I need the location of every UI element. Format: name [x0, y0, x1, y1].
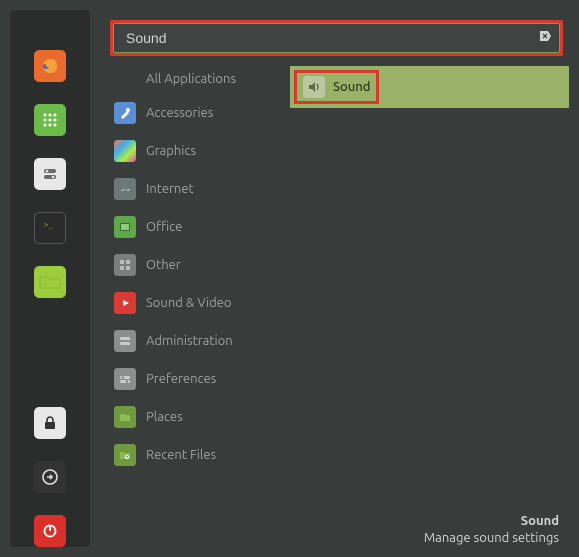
search-highlight	[110, 20, 563, 56]
result-sound[interactable]: Sound	[290, 66, 569, 108]
category-label: Administration	[146, 334, 233, 348]
sound-video-icon	[114, 292, 136, 314]
other-icon	[114, 254, 136, 276]
category-label: Internet	[146, 182, 194, 196]
category-all-applications[interactable]: All Applications	[110, 66, 278, 92]
speaker-icon	[303, 76, 325, 98]
result-label: Sound	[333, 80, 370, 94]
category-internet[interactable]: Internet	[110, 172, 278, 206]
category-label: Office	[146, 220, 182, 234]
places-icon	[114, 406, 136, 428]
category-label: Sound & Video	[146, 296, 232, 310]
category-list: All Applications Accessories Graphics In…	[110, 66, 278, 507]
category-preferences[interactable]: Preferences	[110, 362, 278, 396]
footer-description: Sound Manage sound settings	[110, 507, 569, 547]
category-places[interactable]: Places	[110, 400, 278, 434]
clear-search-icon[interactable]	[538, 29, 552, 43]
category-accessories[interactable]: Accessories	[110, 96, 278, 130]
svg-text:>_: >_	[44, 221, 53, 229]
category-label: Accessories	[146, 106, 213, 120]
lock-icon[interactable]	[34, 407, 66, 439]
logout-icon[interactable]	[34, 461, 66, 493]
category-other[interactable]: Other	[110, 248, 278, 282]
category-graphics[interactable]: Graphics	[110, 134, 278, 168]
power-icon[interactable]	[34, 515, 66, 547]
preferences-icon	[114, 368, 136, 390]
category-label: Graphics	[146, 144, 196, 158]
category-office[interactable]: Office	[110, 210, 278, 244]
internet-icon	[114, 178, 136, 200]
accessories-icon	[114, 102, 136, 124]
result-highlight: Sound	[294, 70, 379, 104]
administration-icon	[114, 330, 136, 352]
terminal-icon[interactable]: >_	[34, 212, 66, 244]
files-icon[interactable]	[34, 266, 66, 298]
office-icon	[114, 216, 136, 238]
category-label: Recent Files	[146, 448, 216, 462]
footer-title: Sound	[110, 513, 559, 530]
footer-subtitle: Manage sound settings	[110, 530, 559, 547]
search-input[interactable]	[113, 23, 560, 53]
settings-icon[interactable]	[34, 158, 66, 190]
category-label: Places	[146, 410, 183, 424]
category-label: All Applications	[146, 72, 236, 86]
results-panel: Sound	[290, 66, 569, 507]
category-sound-video[interactable]: Sound & Video	[110, 286, 278, 320]
favorites-dock: >_	[10, 10, 90, 547]
application-menu: All Applications Accessories Graphics In…	[90, 0, 579, 557]
category-label: Preferences	[146, 372, 216, 386]
category-administration[interactable]: Administration	[110, 324, 278, 358]
graphics-icon	[114, 140, 136, 162]
recent-files-icon	[114, 444, 136, 466]
category-label: Other	[146, 258, 181, 272]
firefox-icon[interactable]	[34, 50, 66, 82]
app-grid-icon[interactable]	[34, 104, 66, 136]
category-recent-files[interactable]: Recent Files	[110, 438, 278, 472]
